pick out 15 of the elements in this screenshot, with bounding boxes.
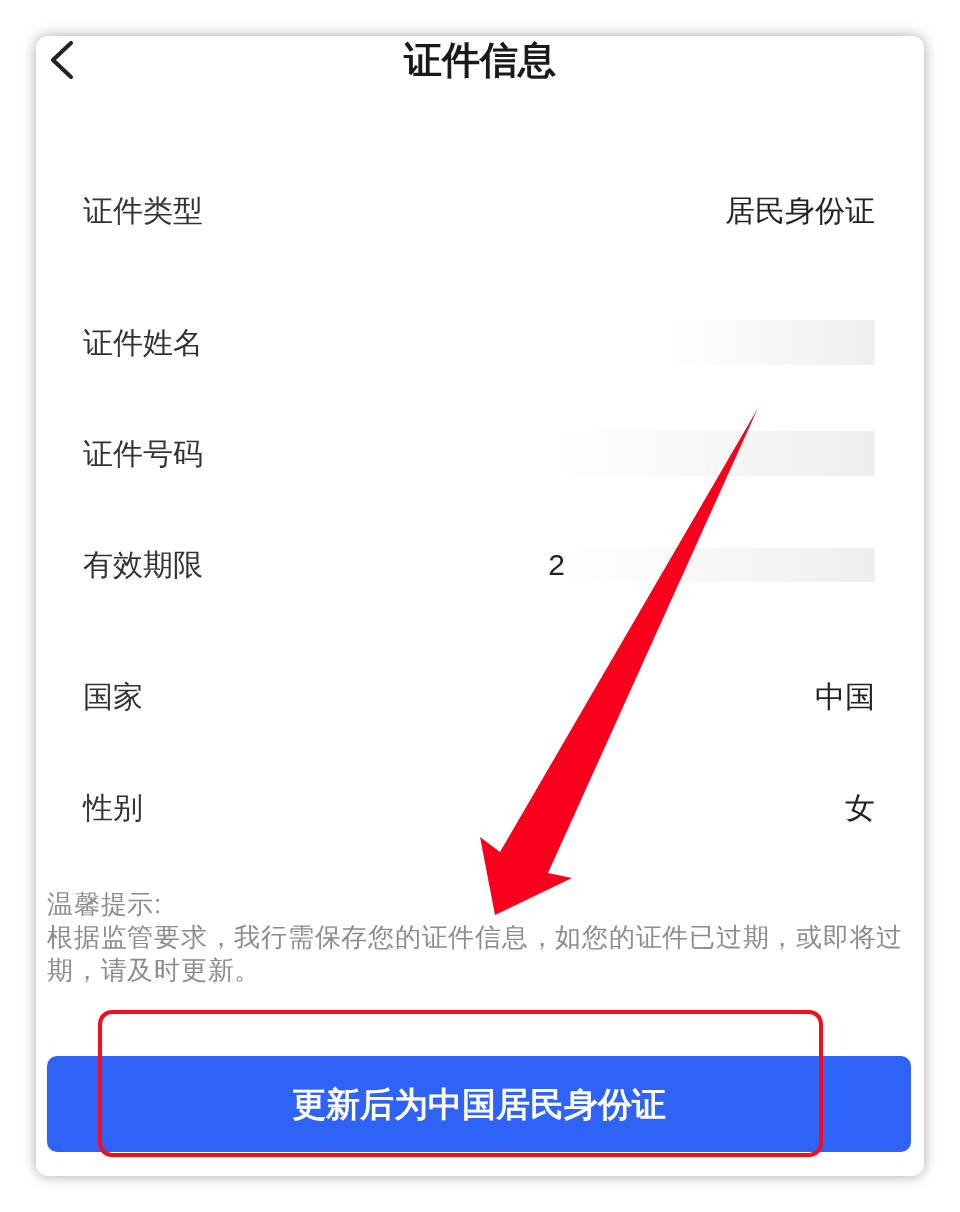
field-value: 2: [548, 549, 565, 580]
field-label: 证件号码: [83, 438, 203, 469]
update-button[interactable]: 更新后为中国居民身份证: [47, 1056, 911, 1152]
notice-text: 根据监管要求，我行需保存您的证件信息，如您的证件已过期，或即将过期，请及时更新。: [47, 921, 904, 987]
page-title: 证件信息: [404, 41, 556, 79]
notice-title: 温馨提示:: [47, 888, 162, 921]
field-label: 有效期限: [83, 549, 203, 580]
field-value: 中国: [815, 681, 875, 712]
back-icon[interactable]: [50, 41, 74, 79]
field-value: 女: [845, 792, 875, 823]
field-label: 证件类型: [83, 195, 203, 226]
field-label: 性别: [83, 792, 143, 823]
field-label: 国家: [83, 681, 143, 712]
field-label: 证件姓名: [83, 327, 203, 358]
field-value: 居民身份证: [725, 195, 875, 226]
